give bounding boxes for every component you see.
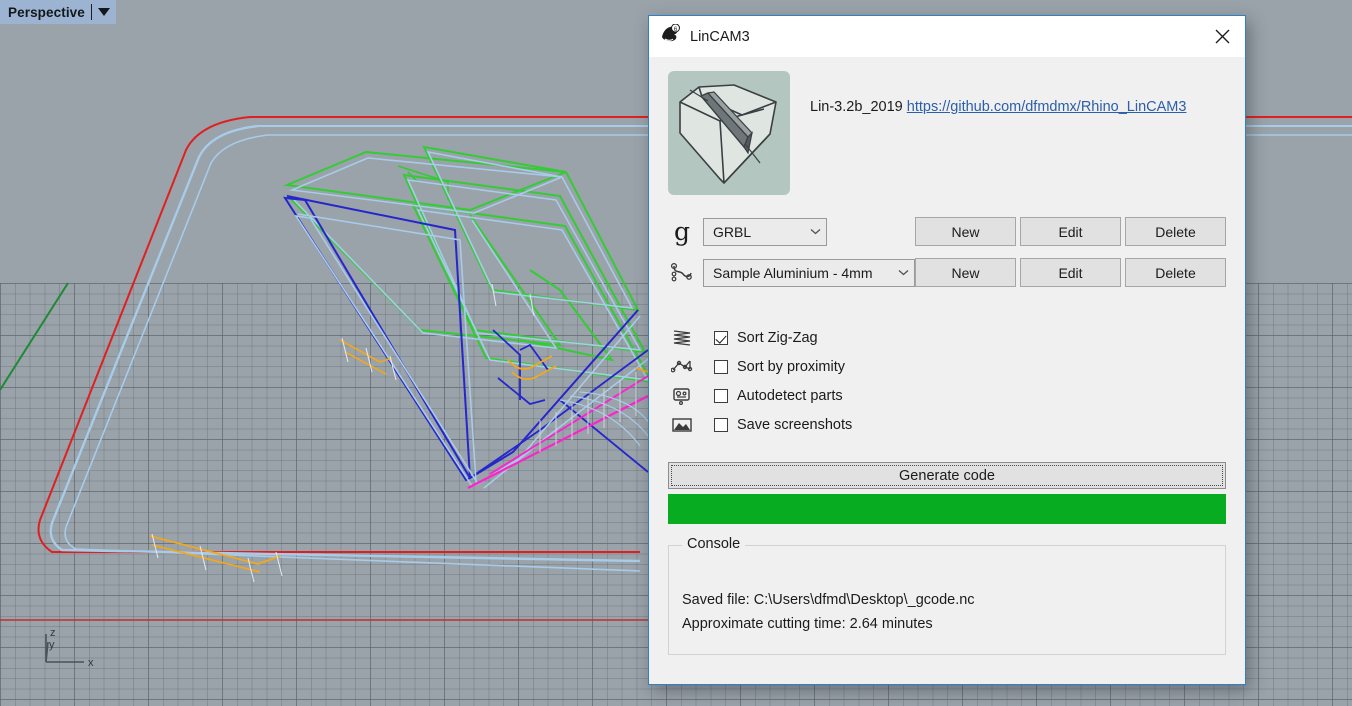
version-and-link: Lin-3.2b_2019 https://github.com/dfmdmx/… [810, 71, 1186, 115]
project-link[interactable]: https://github.com/dfmdmx/Rhino_LinCAM3 [907, 99, 1187, 115]
material-delete-button[interactable]: Delete [1125, 258, 1226, 287]
option-sort-by-proximity[interactable]: Sort by proximity [668, 352, 1226, 381]
version-label: Lin-3.2b_2019 [810, 99, 903, 115]
console-legend: Console [682, 536, 746, 552]
axis-gizmo: z y x [36, 622, 106, 680]
postprocessor-select[interactable]: GRBL [703, 217, 827, 246]
chevron-down-icon [804, 228, 826, 235]
console-groupbox: Console Saved file: C:\Users\dfmd\Deskto… [668, 536, 1226, 655]
option-label: Sort by proximity [737, 358, 845, 375]
lincam-preview-thumbnail [668, 71, 790, 195]
dialog-title: LinCAM3 [690, 28, 750, 45]
options-list: Sort Zig-Zag Sort by proximity Autodetec… [668, 323, 1226, 439]
svg-text:6: 6 [674, 26, 678, 33]
viewport-tab-divider [90, 4, 92, 20]
close-icon[interactable] [1199, 16, 1245, 57]
option-label: Save screenshots [737, 416, 853, 433]
axis-label-z: z [50, 627, 56, 639]
proximity-icon [668, 356, 696, 378]
material-edit-button[interactable]: Edit [1020, 258, 1121, 287]
option-sort-zigzag[interactable]: Sort Zig-Zag [668, 323, 1226, 352]
autodetect-icon [668, 385, 696, 407]
viewport-tab-perspective[interactable]: Perspective [0, 0, 116, 24]
postprocessor-new-button[interactable]: New [915, 217, 1016, 246]
material-row: Sample Aluminium - 4mm New Edit Delete [668, 258, 1226, 287]
material-select[interactable]: Sample Aluminium - 4mm [703, 258, 915, 287]
option-label: Autodetect parts [737, 387, 843, 404]
checkbox-autodetect-parts[interactable] [714, 388, 728, 403]
chevron-down-icon [892, 269, 914, 276]
generate-code-button[interactable]: Generate code [668, 462, 1226, 489]
rhino-icon: 6 [660, 23, 681, 49]
lincam3-dialog: 6 LinCAM3 Lin-3.2b_2019 https://github.c… [648, 15, 1246, 685]
toolpath-curve-icon [668, 259, 696, 287]
image-icon [668, 414, 696, 436]
option-label: Sort Zig-Zag [737, 329, 818, 346]
gcode-g-icon: g [673, 217, 690, 246]
axis-label-x: x [88, 657, 94, 669]
material-value: Sample Aluminium - 4mm [713, 264, 873, 281]
progress-bar [668, 494, 1226, 524]
material-new-button[interactable]: New [915, 258, 1016, 287]
postprocessor-row: g GRBL New Edit Delete [668, 217, 1226, 246]
postprocessor-delete-button[interactable]: Delete [1125, 217, 1226, 246]
checkbox-sort-zigzag[interactable] [714, 330, 728, 345]
checkbox-sort-by-proximity[interactable] [714, 359, 728, 374]
console-line: Approximate cutting time: 2.64 minutes [682, 616, 933, 632]
material-buttons: New Edit Delete [915, 258, 1226, 287]
postprocessor-buttons: New Edit Delete [915, 217, 1226, 246]
chevron-down-icon[interactable] [97, 8, 110, 16]
console-output: Saved file: C:\Users\dfmd\Desktop\_gcode… [669, 546, 1225, 636]
zigzag-icon [668, 327, 696, 349]
console-line: Saved file: C:\Users\dfmd\Desktop\_gcode… [682, 592, 975, 608]
dialog-header: Lin-3.2b_2019 https://github.com/dfmdmx/… [668, 57, 1226, 195]
postprocessor-edit-button[interactable]: Edit [1020, 217, 1121, 246]
axis-label-y: y [49, 639, 55, 651]
viewport-tab-label: Perspective [8, 4, 85, 20]
option-autodetect-parts[interactable]: Autodetect parts [668, 381, 1226, 410]
postprocessor-value: GRBL [713, 223, 752, 240]
generate-code-label: Generate code [899, 467, 995, 484]
option-save-screenshots[interactable]: Save screenshots [668, 410, 1226, 439]
checkbox-save-screenshots[interactable] [714, 417, 728, 432]
dialog-titlebar[interactable]: 6 LinCAM3 [649, 16, 1245, 57]
